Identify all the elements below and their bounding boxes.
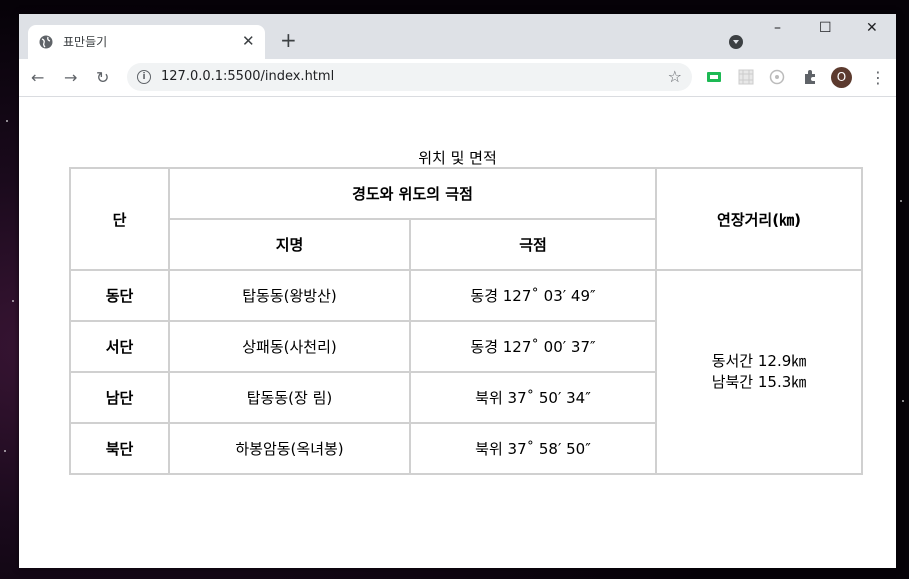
extension-dial-icon[interactable] bbox=[769, 69, 785, 85]
tab-search-icon[interactable] bbox=[729, 35, 743, 49]
header-extension-distance: 연장거리(㎞) bbox=[655, 167, 863, 271]
url-text: 127.0.0.1:5500/index.html bbox=[161, 69, 335, 84]
row-dan: 서단 bbox=[69, 320, 170, 373]
row-place: 하봉암동(옥녀봉) bbox=[168, 422, 411, 475]
extent-north-south: 남북간 15.3㎞ bbox=[711, 373, 807, 391]
header-dan: 단 bbox=[69, 167, 170, 271]
maximize-icon[interactable]: ☐ bbox=[819, 20, 832, 36]
header-extreme-point: 극점 bbox=[409, 218, 657, 271]
kebab-menu-icon[interactable]: ⋮ bbox=[870, 68, 886, 87]
back-arrow-icon[interactable]: ← bbox=[31, 68, 44, 87]
location-area-table: 단 경도와 위도의 극점 연장거리(㎞) 지명 극점 동단 탑동동(왕방산) 동… bbox=[69, 167, 863, 475]
page-content: 위치 및 면적 단 경도와 위도의 극점 연장거리(㎞) 지명 극점 동단 탑동… bbox=[19, 97, 896, 568]
reload-icon[interactable]: ↻ bbox=[96, 68, 109, 87]
avatar[interactable]: O bbox=[831, 67, 852, 88]
minimize-icon[interactable]: – bbox=[774, 20, 781, 36]
row-point: 동경 127˚ 03′ 49″ bbox=[409, 269, 657, 322]
extent-east-west: 동서간 12.9㎞ bbox=[711, 352, 807, 370]
extension-grid-icon[interactable] bbox=[738, 69, 754, 85]
address-bar[interactable]: i 127.0.0.1:5500/index.html ☆ bbox=[127, 63, 692, 91]
extension-green-icon[interactable] bbox=[706, 69, 722, 85]
row-place: 상패동(사천리) bbox=[168, 320, 411, 373]
forward-arrow-icon[interactable]: → bbox=[64, 68, 77, 87]
row-place: 탑동동(장 림) bbox=[168, 371, 411, 424]
row-dan: 남단 bbox=[69, 371, 170, 424]
puzzle-icon[interactable] bbox=[802, 69, 818, 85]
row-dan: 동단 bbox=[69, 269, 170, 322]
header-extreme-points: 경도와 위도의 극점 bbox=[168, 167, 657, 220]
row-point: 동경 127˚ 00′ 37″ bbox=[409, 320, 657, 373]
browser-tab[interactable]: 표만들기 ✕ bbox=[28, 25, 265, 59]
tab-title: 표만들기 bbox=[63, 35, 108, 49]
star bbox=[4, 450, 6, 452]
browser-toolbar: ← → ↻ i 127.0.0.1:5500/index.html ☆ O ⋮ bbox=[19, 59, 896, 97]
row-point: 북위 37˚ 50′ 34″ bbox=[409, 371, 657, 424]
star bbox=[12, 300, 14, 302]
table-row: 동단 탑동동(왕방산) 동경 127˚ 03′ 49″ 동서간 12.9㎞ 남북… bbox=[69, 269, 863, 475]
new-tab-button[interactable]: + bbox=[280, 28, 297, 52]
row-place: 탑동동(왕방산) bbox=[168, 269, 411, 322]
extent-cell: 동서간 12.9㎞ 남북간 15.3㎞ bbox=[655, 269, 863, 475]
info-icon[interactable]: i bbox=[137, 70, 151, 84]
row-point: 북위 37˚ 58′ 50″ bbox=[409, 422, 657, 475]
table-caption: 위치 및 면적 bbox=[418, 149, 497, 167]
star bbox=[902, 400, 904, 402]
browser-window: 표만들기 ✕ + – ☐ ✕ ← → ↻ i 127.0.0.1:5500/in… bbox=[19, 14, 896, 568]
close-window-icon[interactable]: ✕ bbox=[866, 20, 878, 36]
header-place-name: 지명 bbox=[168, 218, 411, 271]
tab-strip: 표만들기 ✕ + – ☐ ✕ bbox=[19, 14, 896, 59]
close-tab-icon[interactable]: ✕ bbox=[242, 32, 255, 50]
star bbox=[6, 120, 8, 122]
globe-icon bbox=[39, 35, 53, 49]
row-dan: 북단 bbox=[69, 422, 170, 475]
star-icon[interactable]: ☆ bbox=[668, 67, 682, 86]
star bbox=[900, 200, 902, 202]
